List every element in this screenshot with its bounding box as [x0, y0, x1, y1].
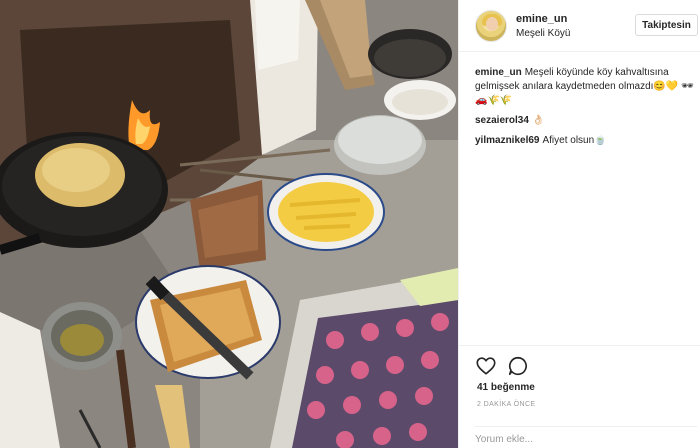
comment-username[interactable]: sezaierol34 [475, 115, 529, 126]
breakfast-photo-image [0, 0, 458, 448]
post-photo[interactable] [0, 0, 458, 448]
post-actions: 41 beğenme 2 DAKİKA ÖNCE [459, 345, 700, 448]
comment-username[interactable]: yilmaznikel69 [475, 135, 539, 146]
following-button[interactable]: Takiptesin [635, 14, 698, 36]
list-item: sezaierol34 👌🏻 [475, 114, 697, 128]
avatar[interactable] [475, 10, 507, 42]
comment-text: 👌🏻 [531, 115, 545, 126]
post-side-panel: emine_un Meşeli Köyü Takiptesin emine_un… [458, 0, 700, 448]
add-comment-box [475, 426, 697, 447]
comments-list: emine_un Meşeli köyünde köy kahvaltısına … [475, 66, 697, 154]
comment-username[interactable]: emine_un [475, 67, 522, 78]
caption-comment: emine_un Meşeli köyünde köy kahvaltısına … [475, 66, 697, 108]
avatar-face [486, 17, 498, 31]
author-username[interactable]: emine_un [516, 13, 567, 25]
post-location[interactable]: Meşeli Köyü [516, 28, 570, 39]
post-timestamp: 2 DAKİKA ÖNCE [477, 401, 536, 408]
comment-text: Afiyet olsun🍵 [542, 135, 607, 146]
likes-count[interactable]: 41 beğenme [477, 382, 535, 393]
comment-icon[interactable] [507, 355, 529, 377]
comment-input[interactable] [475, 431, 697, 447]
heart-icon[interactable] [475, 355, 497, 377]
list-item: yilmaznikel69 Afiyet olsun🍵 [475, 134, 697, 148]
post-header: emine_un Meşeli Köyü Takiptesin [459, 0, 700, 52]
